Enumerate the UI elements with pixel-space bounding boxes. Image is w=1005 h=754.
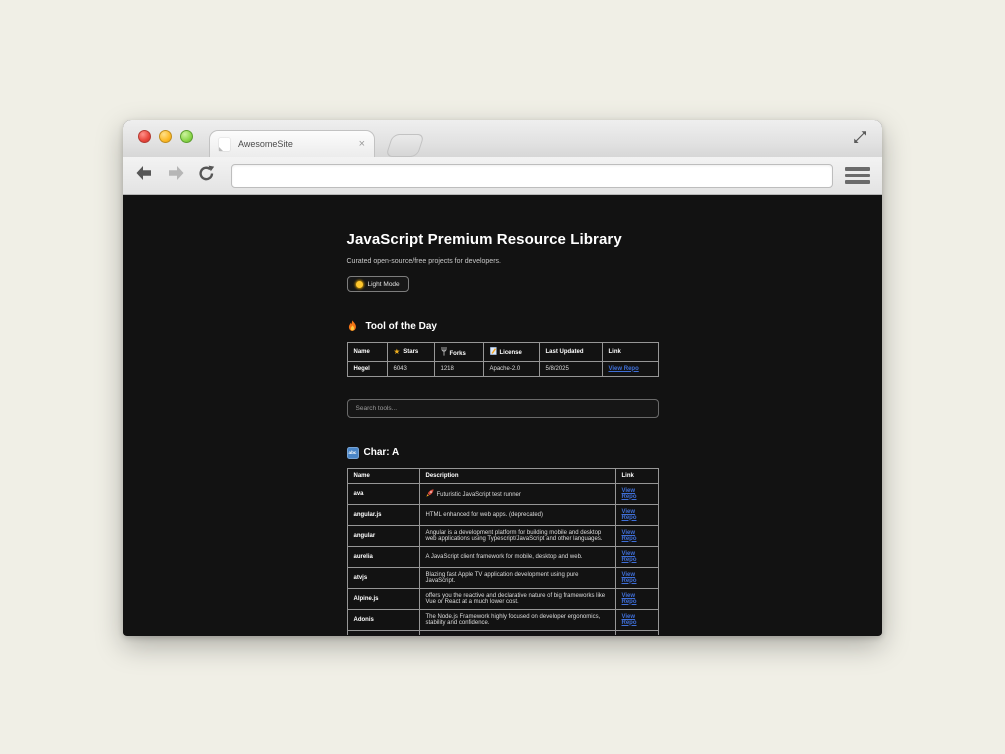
tool-last-updated: 5/8/2025 (538, 360, 603, 377)
lib-name: Adonis (346, 608, 420, 631)
page-favicon-icon (219, 137, 230, 151)
window-controls (138, 130, 193, 143)
menu-icon[interactable] (845, 166, 870, 185)
rocket-icon (425, 489, 434, 497)
tool-of-the-day-table: Name ★ Stars Forks License Last Updated L… (346, 341, 659, 377)
light-mode-label: Light Mode (367, 280, 400, 288)
table-row: angular Angular is a development platfor… (346, 524, 659, 547)
abc-icon: abc (346, 446, 359, 459)
table-row: angular.js HTML enhanced for web apps. (… (346, 503, 659, 526)
reload-icon[interactable] (198, 165, 215, 187)
col-description: Description (418, 467, 616, 484)
char-a-table: Name Description Link ava Futuristic Jav… (346, 467, 659, 635)
col-link: Link (601, 341, 659, 362)
page-content: JavaScript Premium Resource Library Cura… (123, 195, 882, 635)
close-window-button[interactable] (138, 130, 151, 143)
lib-description: A JavaScript client framework for mobile… (418, 545, 616, 568)
table-header-row: Name Description Link (346, 467, 659, 484)
view-repo-link[interactable]: View Repo (622, 488, 637, 500)
col-forks: Forks (433, 341, 484, 362)
lib-name: angular (346, 524, 420, 547)
tool-license: Apache-2.0 (482, 360, 540, 377)
zoom-window-button[interactable] (180, 130, 193, 143)
char-a-heading: abc Char: A (346, 446, 659, 459)
col-stars: ★ Stars (386, 341, 435, 362)
view-repo-link[interactable]: View Repo (622, 551, 637, 563)
view-repo-link[interactable]: View Repo (622, 572, 637, 584)
table-row: Adonis The Node.js Framework highly focu… (346, 608, 659, 631)
license-icon (489, 347, 497, 355)
char-a-label: Char: A (363, 447, 400, 458)
sun-icon (355, 280, 363, 288)
lib-description: offers you the reactive and declarative … (418, 587, 616, 610)
view-repo-link[interactable]: View Repo (622, 593, 637, 605)
light-mode-button[interactable]: Light Mode (346, 276, 409, 292)
lib-name: Alpine.js (346, 587, 420, 610)
browser-tab-bar: AwesomeSite × (123, 120, 882, 157)
lib-name: atvjs (346, 566, 420, 589)
search-input[interactable] (346, 398, 659, 418)
col-link: Link (614, 467, 659, 484)
lib-description: HTML enhanced for web apps. (deprecated) (418, 503, 616, 526)
view-repo-link[interactable]: View Repo (622, 509, 637, 521)
lib-name: ava (346, 482, 420, 505)
fire-icon (347, 319, 358, 333)
minimize-window-button[interactable] (159, 130, 172, 143)
back-icon[interactable] (135, 165, 153, 186)
col-name: Name (346, 341, 388, 362)
lib-description: Angular is a development platform for bu… (418, 524, 616, 547)
fork-icon (441, 346, 447, 356)
table-row: Alpine.js offers you the reactive and de… (346, 587, 659, 610)
forward-icon[interactable] (167, 165, 185, 186)
star-icon: ★ (393, 346, 401, 356)
lib-name: aurelia (346, 545, 420, 568)
tab-title: AwesomeSite (238, 139, 293, 149)
address-bar-input[interactable] (231, 163, 833, 188)
tool-name: Hegel (346, 360, 388, 377)
lib-description: Futuristic JavaScript test runner (418, 482, 616, 505)
expand-icon[interactable] (851, 128, 869, 146)
tool-stars: 6043 (386, 360, 435, 377)
browser-toolbar (123, 157, 882, 195)
tool-of-the-day-label: Tool of the Day (365, 320, 437, 332)
lib-description: Blazing fast Apple TV application develo… (418, 566, 616, 589)
tool-of-the-day-heading: Tool of the Day (347, 319, 659, 333)
view-repo-link[interactable]: View Repo (622, 530, 637, 542)
tab-close-icon[interactable]: × (359, 138, 365, 150)
lib-description: The Node.js Framework highly focused on … (418, 608, 616, 631)
col-license: License (482, 341, 540, 362)
browser-window: AwesomeSite × JavaScript Premium Resourc… (123, 120, 882, 636)
page-subtitle: Curated open-source/free projects for de… (346, 258, 501, 265)
tool-forks: 1218 (433, 360, 484, 377)
page-title: JavaScript Premium Resource Library (346, 231, 622, 248)
col-last-updated: Last Updated (538, 341, 603, 362)
browser-tab[interactable]: AwesomeSite × (209, 130, 375, 157)
lib-name: angular.js (346, 503, 420, 526)
table-row: atvjs Blazing fast Apple TV application … (346, 566, 659, 589)
table-row: aurelia A JavaScript client framework fo… (346, 545, 659, 568)
table-row-partial (346, 629, 659, 635)
table-header-row: Name ★ Stars Forks License Last Updated L… (346, 341, 659, 362)
table-row: ava Futuristic JavaScript test runner Vi… (346, 482, 659, 505)
table-row: Hegel 6043 1218 Apache-2.0 5/8/2025 View… (346, 360, 659, 377)
view-repo-link[interactable]: View Repo (622, 614, 637, 626)
view-repo-link[interactable]: View Repo (609, 366, 639, 372)
new-tab-button[interactable] (385, 134, 425, 157)
col-name: Name (346, 467, 420, 484)
